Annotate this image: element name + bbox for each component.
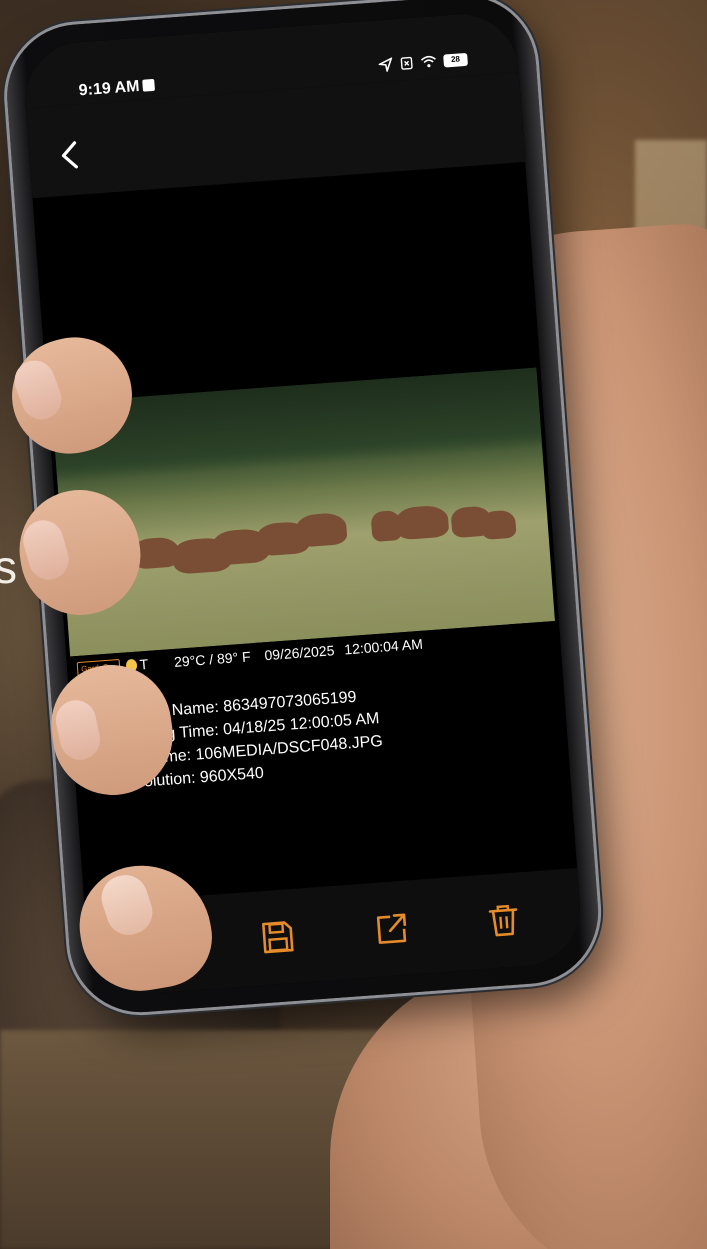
share-button[interactable] xyxy=(368,906,413,951)
photo-time: 12:00:04 AM xyxy=(343,635,424,658)
chevron-left-icon xyxy=(61,141,78,169)
delete-icon xyxy=(488,904,518,937)
resolution-value: 960X540 xyxy=(199,764,265,787)
photo-date: 09/26/2025 xyxy=(263,642,335,664)
save-icon xyxy=(262,921,294,954)
photo-deer xyxy=(295,512,348,548)
photo-deer xyxy=(395,504,450,541)
notification-icon xyxy=(141,78,155,92)
wifi-icon xyxy=(420,55,436,68)
save-button[interactable] xyxy=(255,915,300,960)
no-sim-icon xyxy=(400,56,413,70)
moon-phase-label: T xyxy=(139,655,149,673)
temperature: 29°C / 89° F xyxy=(173,648,252,670)
photo-deer xyxy=(480,509,517,541)
status-icons: 28 xyxy=(378,52,468,73)
status-time: 9:19 AM xyxy=(78,77,155,101)
status-time-text: 9:19 AM xyxy=(78,77,141,100)
delete-button[interactable] xyxy=(481,898,526,943)
location-arrow-icon xyxy=(378,57,393,73)
battery-icon: 28 xyxy=(443,52,468,68)
back-button[interactable] xyxy=(50,134,93,177)
scene: s 9:19 AM 28 T 29°C / 89° F 09/26/2025 1… xyxy=(0,0,707,1249)
share-icon xyxy=(376,913,406,944)
background-partial-letter: s xyxy=(0,541,17,593)
